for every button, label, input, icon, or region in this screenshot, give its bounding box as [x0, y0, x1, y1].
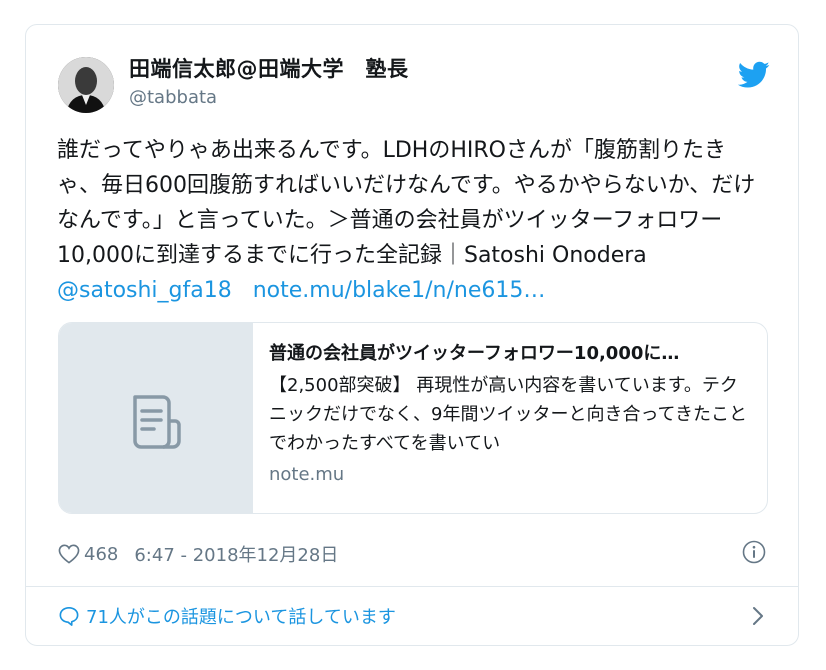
conversation-link[interactable]: 71人がこの話題について話しています: [58, 603, 396, 629]
chevron-right-icon[interactable]: [750, 605, 766, 627]
speech-bubble-icon: [59, 607, 79, 626]
info-icon[interactable]: [742, 540, 766, 564]
preview-title: 普通の会社員がツイッターフォロワー10,000に…: [269, 343, 680, 364]
tweet-body: 誰だってやりゃあ出来るんです。LDHのHIROさんが「腹筋割りたきゃ、毎日600…: [57, 138, 756, 268]
tweet-timestamp[interactable]: 6:47 - 2018年12月28日: [134, 541, 338, 567]
preview-description: 【2,500部突破】 再現性が高い内容を書いています。テクニックだけでなく、9年…: [269, 375, 748, 454]
twitter-bird-icon[interactable]: [738, 61, 770, 89]
tweet-text: 誰だってやりゃあ出来るんです。LDHのHIROさんが「腹筋割りたきゃ、毎日600…: [57, 133, 767, 308]
heart-icon[interactable]: [58, 544, 80, 564]
tweet-url-link[interactable]: note.mu/blake1/n/ne615…: [253, 278, 546, 303]
document-icon: [133, 395, 181, 449]
preview-thumbnail: [59, 323, 253, 513]
avatar[interactable]: [58, 57, 114, 113]
like-count[interactable]: 468: [84, 544, 118, 565]
tweet-card[interactable]: 田端信太郎@田端大学 塾長 @tabbata 誰だってやりゃあ出来るんです。LD…: [25, 24, 799, 646]
author-name[interactable]: 田端信太郎@田端大学 塾長: [129, 53, 409, 83]
preview-domain: note.mu: [269, 464, 345, 485]
mention-link[interactable]: @satoshi_gfa18: [57, 278, 232, 303]
author-handle[interactable]: @tabbata: [129, 87, 217, 108]
tweet-meta: 468 6:47 - 2018年12月28日: [58, 541, 338, 567]
conversation-text[interactable]: 71人がこの話題について話しています: [86, 603, 396, 629]
link-preview-card[interactable]: 普通の会社員がツイッターフォロワー10,000に… 【2,500部突破】 再現性…: [58, 322, 768, 514]
divider: [26, 586, 798, 587]
